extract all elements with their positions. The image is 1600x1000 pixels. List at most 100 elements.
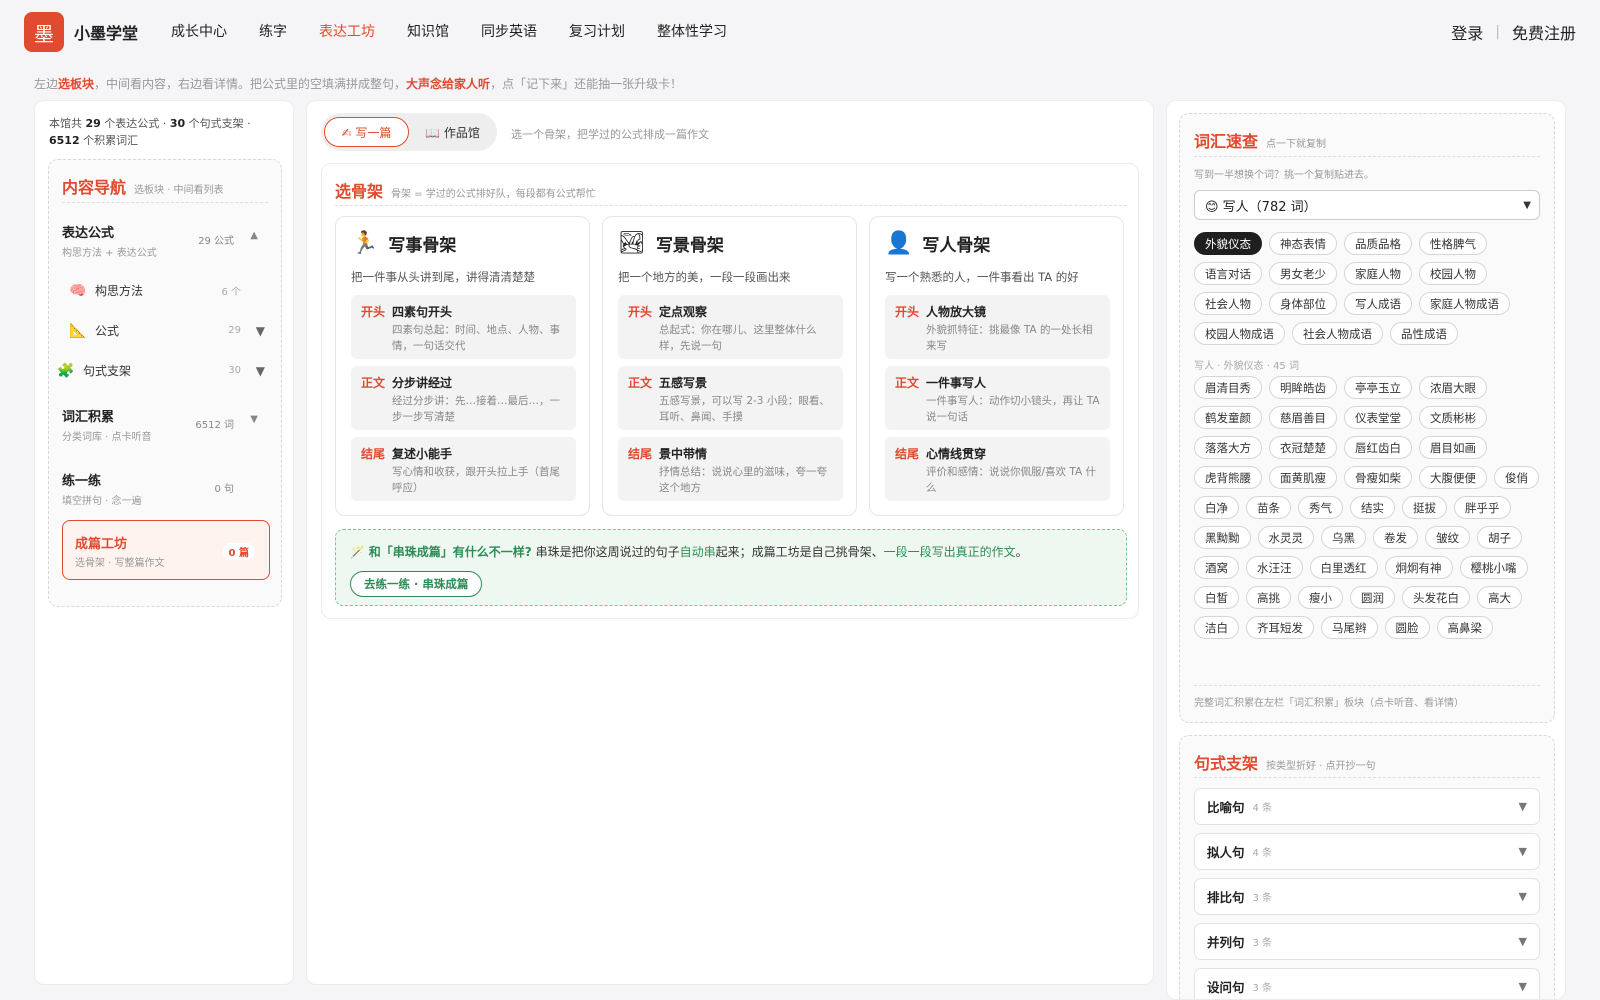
segment-ending[interactable]: 结尾 心情线贯穿 评价和感情：说说你佩服/喜欢 TA 什么 [885,437,1110,501]
word-chip[interactable]: 面黄肌瘦 [1269,466,1337,489]
vocab-category-select[interactable]: 😊 写人（782 词） ▼ [1194,190,1540,220]
category-chip[interactable]: 写人成语 [1344,292,1412,315]
word-chip[interactable]: 胖乎乎 [1454,496,1511,519]
word-chip[interactable]: 俊俏 [1494,466,1539,489]
word-chip[interactable]: 炯炯有神 [1384,556,1453,579]
category-chip[interactable]: 身体部位 [1269,292,1337,315]
chevron-down-icon[interactable]: ▼ [256,324,265,338]
sentence-type-row[interactable]: 设问句 3 条 ▼ [1194,968,1540,999]
segment-body[interactable]: 正文 一件事写人 一件事写人：动作切小镜头，再让 TA 说一句话 [885,366,1110,430]
word-chip[interactable]: 樱桃小嘴 [1459,556,1528,579]
category-chip[interactable]: 社会人物成语 [1292,322,1383,345]
word-chip[interactable]: 骨瘦如柴 [1344,466,1412,489]
word-chip[interactable]: 高大 [1477,586,1522,609]
word-chip[interactable]: 眉目如画 [1419,436,1487,459]
sub-item-formula[interactable]: 📐 公式 29 ▼ [69,322,269,339]
word-chip[interactable]: 卷发 [1373,526,1418,549]
word-chip[interactable]: 文质彬彬 [1419,406,1487,429]
chevron-down-icon[interactable]: ▼ [1519,845,1527,858]
word-chip[interactable]: 高鼻梁 [1436,616,1493,639]
word-chip[interactable]: 胡子 [1477,526,1522,549]
word-chip[interactable]: 酒窝 [1194,556,1239,579]
brand-name[interactable]: 小墨学堂 [74,20,138,44]
word-chip[interactable]: 亭亭玉立 [1344,376,1412,399]
segment-body[interactable]: 正文 分步讲经过 经过分步讲：先…接着…最后…，一步一步写清楚 [351,366,576,430]
word-chip[interactable]: 鹤发童颜 [1194,406,1262,429]
segment-body[interactable]: 正文 五感写景 五感写景，可以写 2-3 小段：眼看、耳听、鼻闻、手摸 [618,366,843,430]
chevron-down-icon[interactable]: ▼ [1519,935,1527,948]
word-chip[interactable]: 齐耳短发 [1246,616,1314,639]
sentence-type-row[interactable]: 并列句 3 条 ▼ [1194,923,1540,960]
category-chip[interactable]: 校园人物 [1419,262,1487,285]
word-chip[interactable]: 黑黝黝 [1194,526,1251,549]
word-chip[interactable]: 慈眉善目 [1269,406,1337,429]
chevron-down-icon[interactable]: ▼ [1519,980,1527,993]
word-chip[interactable]: 落落大方 [1194,436,1262,459]
word-chip[interactable]: 乌黑 [1321,526,1366,549]
category-chip[interactable]: 神态表情 [1269,232,1337,255]
category-chip[interactable]: 品性成语 [1390,322,1458,345]
chevron-down-icon[interactable]: ▼ [256,364,265,378]
sentence-type-row[interactable]: 排比句 3 条 ▼ [1194,878,1540,915]
word-chip[interactable]: 洁白 [1194,616,1239,639]
category-chip[interactable]: 性格脾气 [1419,232,1487,255]
segment-opening[interactable]: 开头 定点观察 总起式：你在哪儿、这里整体什么样，先说一句 [618,295,843,359]
word-chip[interactable]: 虎背熊腰 [1194,466,1262,489]
goto-practice-button[interactable]: 去练一练 · 串珠成篇 [350,571,483,597]
word-chip[interactable]: 浓眉大眼 [1419,376,1487,399]
word-chip[interactable]: 结实 [1350,496,1395,519]
category-chip[interactable]: 校园人物成语 [1194,322,1285,345]
word-chip[interactable]: 仪表堂堂 [1344,406,1412,429]
nav-item-vocabulary[interactable]: 词汇积累 分类词库 · 点卡听音 6512 词 ▼ [62,406,270,443]
nav-item-english[interactable]: 同步英语 [481,21,537,41]
segment-opening[interactable]: 开头 人物放大镜 外貌抓特征：挑最像 TA 的一处长相来写 [885,295,1110,359]
sentence-type-row[interactable]: 拟人句 4 条 ▼ [1194,833,1540,870]
register-link[interactable]: 免费注册 [1512,20,1576,44]
nav-item-practice[interactable]: 练一练 填空拼句 · 念一遍 0 句 [62,470,270,507]
word-chip[interactable]: 明眸皓齿 [1269,376,1337,399]
sentence-type-row[interactable]: 比喻句 4 条 ▼ [1194,788,1540,825]
word-chip[interactable]: 水汪汪 [1246,556,1303,579]
word-chip[interactable]: 皱纹 [1425,526,1470,549]
word-chip[interactable]: 大腹便便 [1419,466,1487,489]
category-chip[interactable]: 品质品格 [1344,232,1412,255]
word-chip[interactable]: 高挑 [1246,586,1291,609]
chevron-down-icon[interactable]: ▼ [1519,800,1527,813]
nav-item-calligraphy[interactable]: 练字 [259,21,287,41]
category-chip[interactable]: 男女老少 [1269,262,1337,285]
word-chip[interactable]: 苗条 [1246,496,1291,519]
sub-item-ideation[interactable]: 🧠 构思方法 6 个 [69,282,269,299]
tab-gallery[interactable]: 📖 作品馆 [411,117,494,147]
word-chip[interactable]: 瘦小 [1298,586,1343,609]
category-chip[interactable]: 家庭人物成语 [1419,292,1510,315]
nav-item-review[interactable]: 复习计划 [569,21,625,41]
segment-ending[interactable]: 结尾 景中带情 抒情总结：说说心里的滋味，夸一夸这个地方 [618,437,843,501]
nav-item-composition-active[interactable]: 成篇工坊 选骨架 · 写整篇作文 0 篇 [62,520,270,580]
word-chip[interactable]: 衣冠楚楚 [1269,436,1337,459]
word-chip[interactable]: 白净 [1194,496,1239,519]
skeleton-card-scenery[interactable]: 🏞 写景骨架 把一个地方的美，一段一段画出来 开头 定点观察 总起式：你在哪儿、… [602,216,857,516]
segment-opening[interactable]: 开头 四素句开头 四素句总起：时间、地点、人物、事情，一句话交代 [351,295,576,359]
sub-item-scaffold[interactable]: 🧩 句式支架 30 ▼ [57,362,269,379]
word-chip[interactable]: 圆润 [1350,586,1395,609]
category-chip[interactable]: 外貌仪态 [1194,232,1262,255]
tab-write[interactable]: ✍ 写一篇 [324,117,409,147]
word-chip[interactable]: 头发花白 [1402,586,1470,609]
word-chip[interactable]: 秀气 [1298,496,1343,519]
logo-icon[interactable]: 墨 [24,12,64,52]
word-chip[interactable]: 眉清目秀 [1194,376,1262,399]
login-link[interactable]: 登录 [1451,20,1483,44]
word-chip[interactable]: 白里透红 [1309,556,1378,579]
category-chip[interactable]: 社会人物 [1194,292,1262,315]
word-chip[interactable]: 马尾辫 [1321,616,1378,639]
nav-item-growth[interactable]: 成长中心 [171,21,227,41]
word-chip[interactable]: 唇红齿白 [1344,436,1412,459]
word-chip[interactable]: 圆脸 [1384,616,1430,639]
nav-item-formulas[interactable]: 表达公式 构思方法 + 表达公式 29 公式 ▲ [62,222,270,259]
word-chip[interactable]: 白皙 [1194,586,1239,609]
category-chip[interactable]: 语言对话 [1194,262,1262,285]
chevron-down-icon[interactable]: ▼ [250,414,258,425]
chevron-down-icon[interactable]: ▼ [1519,890,1527,903]
nav-item-expression[interactable]: 表达工坊 [319,21,375,41]
nav-item-knowledge[interactable]: 知识馆 [407,21,449,41]
